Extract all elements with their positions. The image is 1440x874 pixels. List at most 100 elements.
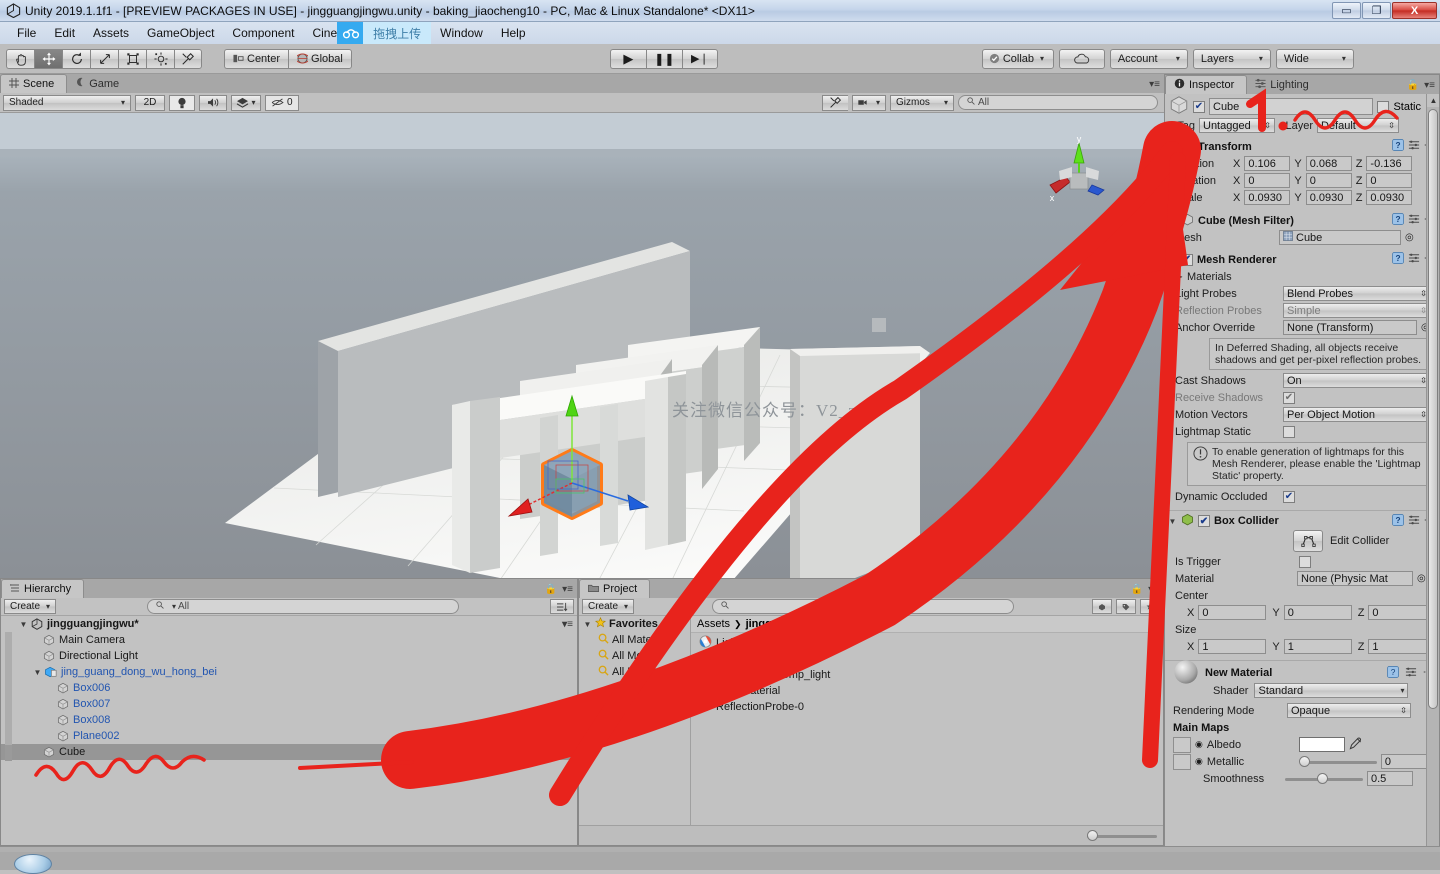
preset-icon[interactable] xyxy=(1405,666,1417,681)
disclosure-triangle-icon[interactable]: ▼ xyxy=(1168,517,1177,526)
project-panel-menu[interactable]: 🔒 ▾≡ xyxy=(1131,584,1159,595)
maximize-button[interactable]: ❐ xyxy=(1362,2,1391,19)
lock-icon[interactable]: 🔓 xyxy=(1407,80,1419,91)
slider-thumb[interactable] xyxy=(1317,772,1328,784)
hierarchy-row-box008[interactable]: Box008 xyxy=(1,712,577,728)
pause-button[interactable]: ❚❚ xyxy=(645,48,682,69)
albedo-color-swatch[interactable] xyxy=(1298,737,1345,752)
project-asset-new-material[interactable]: New Material xyxy=(691,683,1163,699)
project-search-input[interactable] xyxy=(712,599,1014,614)
collider-center-x-input[interactable]: 0 xyxy=(1198,605,1267,620)
layer-dropdown[interactable]: Default ⇳ xyxy=(1317,118,1399,133)
slider-thumb[interactable] xyxy=(1298,755,1310,767)
lightmap-static-checkbox[interactable] xyxy=(1283,425,1295,438)
static-checkbox[interactable] xyxy=(1377,100,1390,113)
disclosure-triangle-icon[interactable]: ▶ xyxy=(1175,272,1184,281)
collider-size-x-input[interactable]: 1 xyxy=(1198,639,1267,654)
toggle-2d-button[interactable]: 2D xyxy=(135,94,165,111)
account-button[interactable]: Account ▾ xyxy=(1109,48,1188,69)
box-collider-component-header[interactable]: ▼ ✔ Box Collider ? xyxy=(1165,510,1439,529)
scene-fx-toggle[interactable]: ▾ xyxy=(231,94,261,111)
position-z-input[interactable]: -0.136 xyxy=(1366,156,1413,171)
hierarchy-row-main-camera[interactable]: Main Camera xyxy=(1,632,577,648)
project-asset-lightingdata[interactable]: LightingData xyxy=(691,635,1163,651)
slider-thumb[interactable] xyxy=(1087,829,1098,841)
hierarchy-row-plane002[interactable]: Plane002 xyxy=(1,728,577,744)
tab-game[interactable]: Game xyxy=(67,74,131,93)
close-button[interactable]: X xyxy=(1392,2,1437,19)
project-filter-type-button[interactable] xyxy=(1092,599,1112,614)
project-favorite-all-models[interactable]: All Models xyxy=(579,648,690,664)
help-icon[interactable]: ? xyxy=(1392,513,1404,529)
disclosure-triangle-icon[interactable]: ▶ xyxy=(583,702,592,711)
collider-center-y-input[interactable]: 0 xyxy=(1283,605,1352,620)
rotation-x-input[interactable]: 0 xyxy=(1244,173,1291,188)
scene-lighting-toggle[interactable] xyxy=(169,94,195,111)
scene-tools-button[interactable] xyxy=(822,94,848,111)
project-folder-assets[interactable]: ▶ Assets xyxy=(579,698,690,714)
lock-icon[interactable]: 🔒 xyxy=(1131,584,1143,595)
inspector-panel-menu[interactable]: 🔓 ▾≡ xyxy=(1407,80,1435,91)
scrollbar-thumb[interactable] xyxy=(1428,109,1438,709)
scene-axis-gizmo[interactable]: y x xyxy=(1042,134,1116,213)
scene-audio-toggle[interactable] xyxy=(199,94,227,111)
light-probes-dropdown[interactable]: Blend Probes ⇳ xyxy=(1283,286,1431,301)
receive-shadows-checkbox[interactable]: ✔ xyxy=(1283,391,1295,404)
metallic-texture-slot[interactable] xyxy=(1173,753,1191,770)
project-favorites-root[interactable]: ▼ Favorites xyxy=(579,616,690,632)
menu-help[interactable]: Help xyxy=(492,24,535,42)
hierarchy-tree[interactable]: ▼ jingguangjingwu* ▾≡ Main Camera Direct… xyxy=(1,616,577,845)
gizmos-dropdown[interactable]: Gizmos ▾ xyxy=(890,94,954,111)
move-tool-button[interactable] xyxy=(34,48,62,69)
scale-tool-button[interactable] xyxy=(90,48,118,69)
menu-edit[interactable]: Edit xyxy=(45,24,84,42)
edit-collider-button[interactable] xyxy=(1293,530,1323,552)
cast-shadows-dropdown[interactable]: On ⇳ xyxy=(1283,373,1431,388)
menu-file[interactable]: File xyxy=(8,24,45,42)
anchor-override-field[interactable]: None (Transform) xyxy=(1283,320,1417,335)
upload-badge[interactable]: 拖拽上传 xyxy=(337,22,432,44)
rotate-tool-button[interactable] xyxy=(62,48,90,69)
hierarchy-row-cube[interactable]: Cube xyxy=(1,744,577,760)
albedo-texture-slot[interactable] xyxy=(1173,736,1191,753)
hierarchy-panel-menu[interactable]: 🔒 ▾≡ xyxy=(545,584,573,595)
cloud-button[interactable] xyxy=(1058,48,1105,69)
step-button[interactable]: ▶❘ xyxy=(681,48,718,69)
disclosure-triangle-icon[interactable]: ▼ xyxy=(19,620,28,629)
tag-dropdown[interactable]: Untagged ⇳ xyxy=(1199,118,1275,133)
project-content[interactable]: Assets ❯ jingguangjingwu LightingData Li… xyxy=(691,616,1163,845)
hierarchy-scene-menu[interactable]: ▾≡ xyxy=(562,619,573,630)
project-asset-reflection-probe[interactable]: ReflectionProbe-0 xyxy=(691,699,1163,715)
collab-button[interactable]: Collab ▾ xyxy=(981,48,1054,69)
metallic-slider[interactable] xyxy=(1298,755,1377,768)
mesh-object-field[interactable]: Cube xyxy=(1279,230,1401,245)
hierarchy-create-button[interactable]: Create ▾ xyxy=(4,599,56,614)
position-x-input[interactable]: 0.106 xyxy=(1244,156,1291,171)
scale-z-input[interactable]: 0.0930 xyxy=(1366,190,1413,205)
project-asset-lightmap-light[interactable]: Lightmap-0_comp_light xyxy=(691,667,1163,683)
disclosure-triangle-icon[interactable]: ▼ xyxy=(1168,216,1177,225)
tab-inspector[interactable]: Inspector xyxy=(1165,75,1248,94)
rotation-y-input[interactable]: 0 xyxy=(1305,173,1352,188)
minimize-button[interactable]: ▭ xyxy=(1332,2,1361,19)
transform-tool-button[interactable] xyxy=(146,48,174,69)
mesh-renderer-enabled-checkbox[interactable]: ✔ xyxy=(1181,253,1193,266)
hierarchy-row-box006[interactable]: Box006 xyxy=(1,680,577,696)
smoothness-value-input[interactable]: 0.5 xyxy=(1367,771,1413,786)
disclosure-triangle-icon[interactable]: ▼ xyxy=(33,668,42,677)
layout-button[interactable]: Wide ▾ xyxy=(1275,48,1354,69)
scene-canvas[interactable]: y x 关注微信公众号：V2_zxw xyxy=(0,113,1164,578)
object-picker-icon[interactable]: ◎ xyxy=(1417,573,1426,584)
position-y-input[interactable]: 0.068 xyxy=(1305,156,1352,171)
menu-icon[interactable]: ▾≡ xyxy=(1424,80,1435,91)
project-zoom-slider[interactable] xyxy=(1087,829,1157,842)
albedo-toggle-icon[interactable]: ◉ xyxy=(1195,739,1203,750)
disclosure-triangle-icon[interactable]: ▼ xyxy=(1168,142,1177,151)
object-enabled-checkbox[interactable]: ✔ xyxy=(1193,100,1205,113)
project-favorite-all-prefabs[interactable]: All Prefabs xyxy=(579,664,690,680)
project-folder-packages[interactable]: ▶ Packages xyxy=(579,714,690,730)
rect-tool-button[interactable] xyxy=(118,48,146,69)
help-icon[interactable]: ? xyxy=(1392,213,1404,228)
mesh-renderer-component-header[interactable]: ▼ ✔ Mesh Renderer ? xyxy=(1165,251,1439,268)
project-favorite-all-materials[interactable]: All Materials xyxy=(579,632,690,648)
